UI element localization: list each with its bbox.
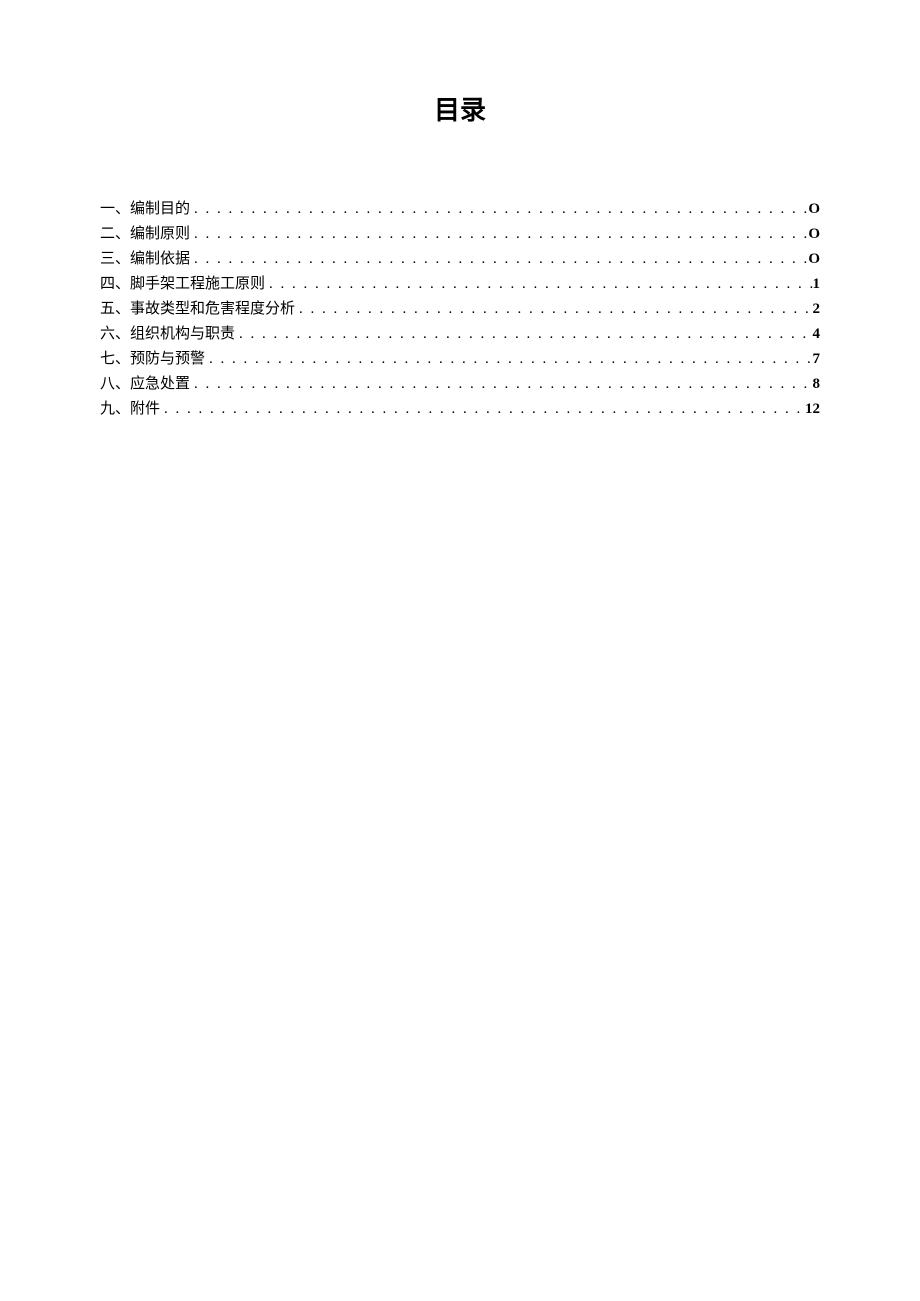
toc-dots xyxy=(160,397,805,422)
toc-list: 一、编制目的 O 二、编制原则 O 三、编制依据 O 四、脚手架工程施工原则 1… xyxy=(100,197,820,422)
document-page: 目录 一、编制目的 O 二、编制原则 O 三、编制依据 O 四、脚手架工程施工原… xyxy=(0,0,920,422)
toc-dots xyxy=(235,322,812,347)
toc-entry: 六、组织机构与职责 4 xyxy=(100,322,820,347)
toc-entry-page: O xyxy=(808,197,820,222)
toc-entry-label: 三、编制依据 xyxy=(100,247,190,272)
toc-entry-label: 五、事故类型和危害程度分析 xyxy=(100,297,295,322)
toc-dots xyxy=(190,222,808,247)
toc-entry-label: 二、编制原则 xyxy=(100,222,190,247)
toc-entry-label: 八、应急处置 xyxy=(100,372,190,397)
toc-dots xyxy=(190,197,808,222)
toc-entry: 七、预防与预警 7 xyxy=(100,347,820,372)
toc-dots xyxy=(265,272,812,297)
toc-entry-page: O xyxy=(808,247,820,272)
toc-dots xyxy=(295,297,812,322)
toc-entry: 二、编制原则 O xyxy=(100,222,820,247)
toc-entry-label: 九、附件 xyxy=(100,397,160,422)
toc-entry-label: 一、编制目的 xyxy=(100,197,190,222)
toc-entry-label: 七、预防与预警 xyxy=(100,347,205,372)
toc-entry-page: 2 xyxy=(813,297,821,322)
toc-entry-page: 4 xyxy=(813,322,821,347)
toc-title: 目录 xyxy=(100,90,820,127)
toc-dots xyxy=(190,247,808,272)
toc-entry: 八、应急处置 8 xyxy=(100,372,820,397)
toc-entry: 九、附件 12 xyxy=(100,397,820,422)
toc-entry-page: 8 xyxy=(813,372,821,397)
toc-dots xyxy=(190,372,812,397)
toc-entry-page: 7 xyxy=(813,347,821,372)
toc-entry: 五、事故类型和危害程度分析 2 xyxy=(100,297,820,322)
toc-entry-page: O xyxy=(808,222,820,247)
toc-entry: 一、编制目的 O xyxy=(100,197,820,222)
toc-entry: 四、脚手架工程施工原则 1 xyxy=(100,272,820,297)
toc-entry: 三、编制依据 O xyxy=(100,247,820,272)
toc-entry-page: 12 xyxy=(805,397,820,422)
toc-entry-label: 六、组织机构与职责 xyxy=(100,322,235,347)
toc-entry-page: 1 xyxy=(813,272,821,297)
toc-dots xyxy=(205,347,812,372)
toc-entry-label: 四、脚手架工程施工原则 xyxy=(100,272,265,297)
